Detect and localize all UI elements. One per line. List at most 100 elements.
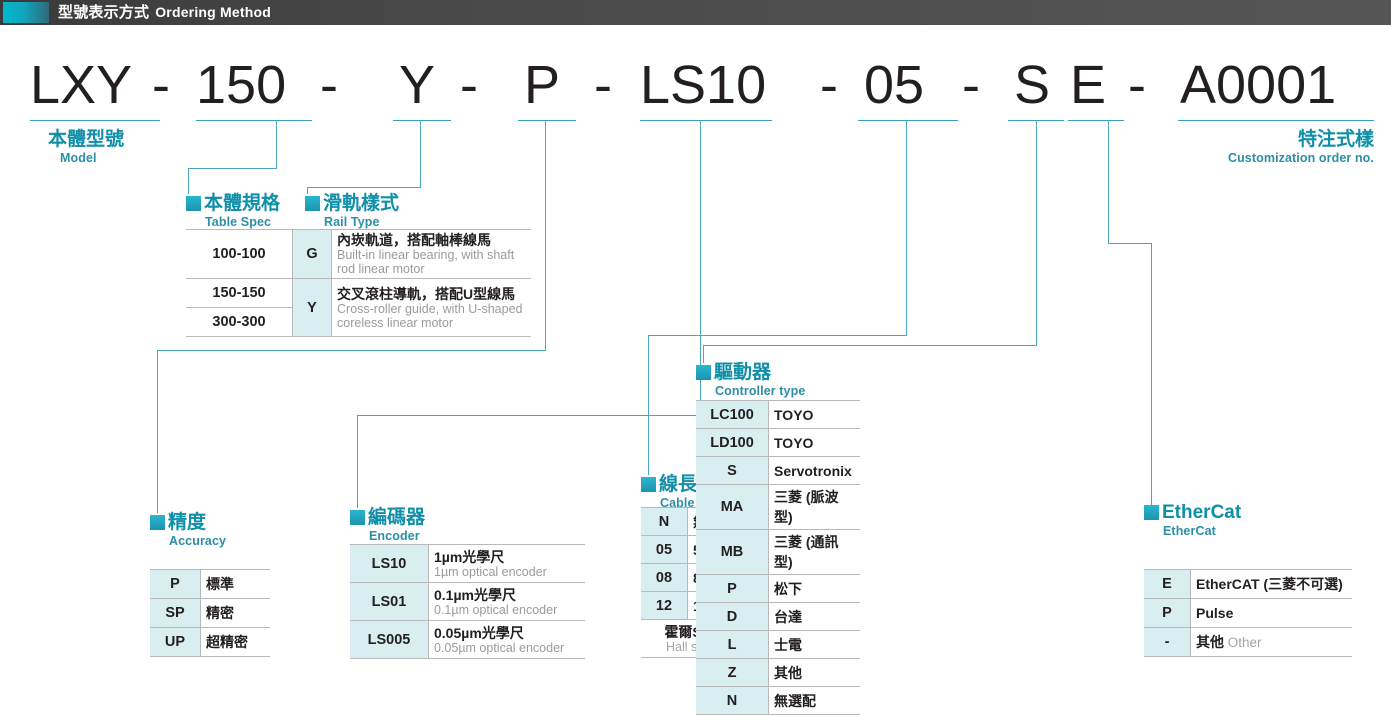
- bullet-square-icon: [305, 196, 320, 211]
- leader-ethercat-v2: [1151, 243, 1152, 508]
- cell-ethercat-desc-2: 其他 Other: [1191, 628, 1353, 657]
- bullet-square-icon: [641, 477, 656, 492]
- cell-accuracy-desc-2: 超精密: [201, 628, 271, 657]
- cell-rail-code-Y: Y: [293, 279, 332, 337]
- code-segment-encoder: LS10: [640, 58, 766, 112]
- code-underline-table-spec: [196, 120, 312, 121]
- ethercat-desc-zh-2: 其他: [1196, 634, 1224, 650]
- header-title-zh: 型號表示方式: [58, 4, 149, 21]
- table-row: 100-100 G 內崁軌道，搭配軸棒線馬 Built-in linear be…: [186, 230, 531, 279]
- code-segment-accuracy: P: [524, 58, 560, 112]
- code-segment-ethercat: E: [1070, 58, 1106, 112]
- cell-controller-code-7: L: [696, 631, 769, 659]
- cell-cable-code-3: 12: [641, 592, 688, 620]
- cell-controller-desc-1: TOYO: [769, 429, 861, 457]
- encoder-desc-en-2: 0.05µm optical encoder: [434, 641, 580, 655]
- cell-controller-code-9: N: [696, 687, 769, 715]
- leader-rail-type-v1: [420, 120, 421, 187]
- table-row: LS01 0.1µm光學尺 0.1µm optical encoder: [350, 583, 585, 621]
- cell-controller-desc-5: 松下: [769, 575, 861, 603]
- cell-controller-desc-7: 士電: [769, 631, 861, 659]
- table-row: E EtherCAT (三菱不可選): [1144, 570, 1352, 599]
- code-segment-controller: S: [1014, 58, 1050, 112]
- cell-rail-desc-Y: 交叉滾柱導軌，搭配U型線馬 Cross-roller guide, with U…: [332, 279, 532, 337]
- encoder-desc-en-0: 1µm optical encoder: [434, 565, 580, 579]
- cell-controller-desc-4: 三菱 (通訊型): [769, 530, 861, 575]
- table-row: UP 超精密: [150, 628, 270, 657]
- code-underline-model: [30, 120, 160, 121]
- table-controller: LC100 TOYO LD100 TOYO S Servotronix MA 三…: [696, 400, 860, 715]
- caption-ethercat-en: EtherCat: [1163, 524, 1241, 538]
- code-dash-7: -: [1128, 58, 1146, 112]
- table-row: Z 其他: [696, 659, 860, 687]
- leader-cable-v2: [648, 335, 649, 475]
- caption-encoder-en: Encoder: [369, 529, 425, 543]
- cell-cable-code-2: 08: [641, 564, 688, 592]
- cell-rail-desc-G: 內崁軌道，搭配軸棒線馬 Built-in linear bearing, wit…: [332, 230, 532, 279]
- cell-controller-desc-6: 台達: [769, 603, 861, 631]
- cell-cable-code-1: 05: [641, 536, 688, 564]
- code-dash-3: -: [460, 58, 478, 112]
- code-segment-rail-type: Y: [399, 58, 435, 112]
- cell-controller-code-3: MA: [696, 485, 769, 530]
- cell-controller-code-4: MB: [696, 530, 769, 575]
- leader-ethercat-v1: [1108, 120, 1109, 243]
- caption-accuracy-zh: 精度: [168, 512, 206, 533]
- cell-controller-code-0: LC100: [696, 401, 769, 429]
- leader-table-spec-h: [188, 168, 277, 169]
- caption-accuracy-en: Accuracy: [169, 534, 226, 548]
- code-underline-accuracy: [518, 120, 576, 121]
- caption-model: 本體型號 Model: [48, 124, 124, 165]
- cell-ethercat-desc-0: EtherCAT (三菱不可選): [1191, 570, 1353, 599]
- cell-encoder-desc-2: 0.05µm光學尺 0.05µm optical encoder: [429, 621, 586, 659]
- cell-controller-code-6: D: [696, 603, 769, 631]
- caption-table-spec-zh: 本體規格: [204, 193, 280, 214]
- caption-model-zh: 本體型號: [48, 129, 124, 150]
- caption-rail-type: 滑軌樣式 Rail Type: [305, 188, 399, 229]
- table-row: D 台達: [696, 603, 860, 631]
- header-title-en: Ordering Method: [155, 4, 271, 20]
- table-row: S Servotronix: [696, 457, 860, 485]
- caption-ethercat-zh: EtherCat: [1162, 502, 1241, 523]
- cell-rail-code-G: G: [293, 230, 332, 279]
- caption-encoder: 編碼器 Encoder: [350, 502, 425, 543]
- cell-controller-code-2: S: [696, 457, 769, 485]
- cell-controller-code-1: LD100: [696, 429, 769, 457]
- caption-rail-type-en: Rail Type: [324, 215, 399, 229]
- table-row: N 無選配: [696, 687, 860, 715]
- cell-encoder-desc-0: 1µm光學尺 1µm optical encoder: [429, 545, 586, 583]
- table-row: P 松下: [696, 575, 860, 603]
- cell-encoder-code-2: LS005: [350, 621, 429, 659]
- cell-accuracy-code-0: P: [150, 570, 201, 599]
- cell-table-spec-1: 150-150: [186, 279, 293, 308]
- code-dash-1: -: [152, 58, 170, 112]
- bullet-square-icon: [1144, 505, 1159, 520]
- table-row: LS10 1µm光學尺 1µm optical encoder: [350, 545, 585, 583]
- cell-ethercat-code-1: P: [1144, 599, 1191, 628]
- code-segment-cable-length: 05: [864, 58, 924, 112]
- caption-customization-zh: 特注式樣: [1298, 129, 1374, 150]
- table-row: LD100 TOYO: [696, 429, 860, 457]
- code-underline-ethercat: [1068, 120, 1124, 121]
- table-row: LC100 TOYO: [696, 401, 860, 429]
- leader-controller-h: [703, 345, 1037, 346]
- ethercat-desc-en-2: Other: [1228, 635, 1262, 650]
- cell-cable-code-0: N: [641, 508, 688, 536]
- table-row: - 其他 Other: [1144, 628, 1352, 657]
- encoder-desc-zh-0: 1µm光學尺: [434, 549, 580, 565]
- caption-controller-en: Controller type: [715, 384, 805, 398]
- bullet-square-icon: [696, 365, 711, 380]
- table-row: MB 三菱 (通訊型): [696, 530, 860, 575]
- caption-cable-length-zh: 線長: [659, 474, 697, 495]
- cell-encoder-code-0: LS10: [350, 545, 429, 583]
- leader-accuracy-h: [157, 350, 546, 351]
- code-underline-rail-type: [393, 120, 451, 121]
- rail-desc-en-Y: Cross-roller guide, with U-shaped corele…: [337, 302, 526, 330]
- cell-controller-desc-3: 三菱 (脈波型): [769, 485, 861, 530]
- rail-desc-zh-G: 內崁軌道，搭配軸棒線馬: [337, 232, 526, 248]
- cell-ethercat-code-0: E: [1144, 570, 1191, 599]
- cell-controller-code-5: P: [696, 575, 769, 603]
- caption-controller: 驅動器 Controller type: [696, 357, 805, 398]
- cell-controller-code-8: Z: [696, 659, 769, 687]
- code-underline-cable-length: [858, 120, 958, 121]
